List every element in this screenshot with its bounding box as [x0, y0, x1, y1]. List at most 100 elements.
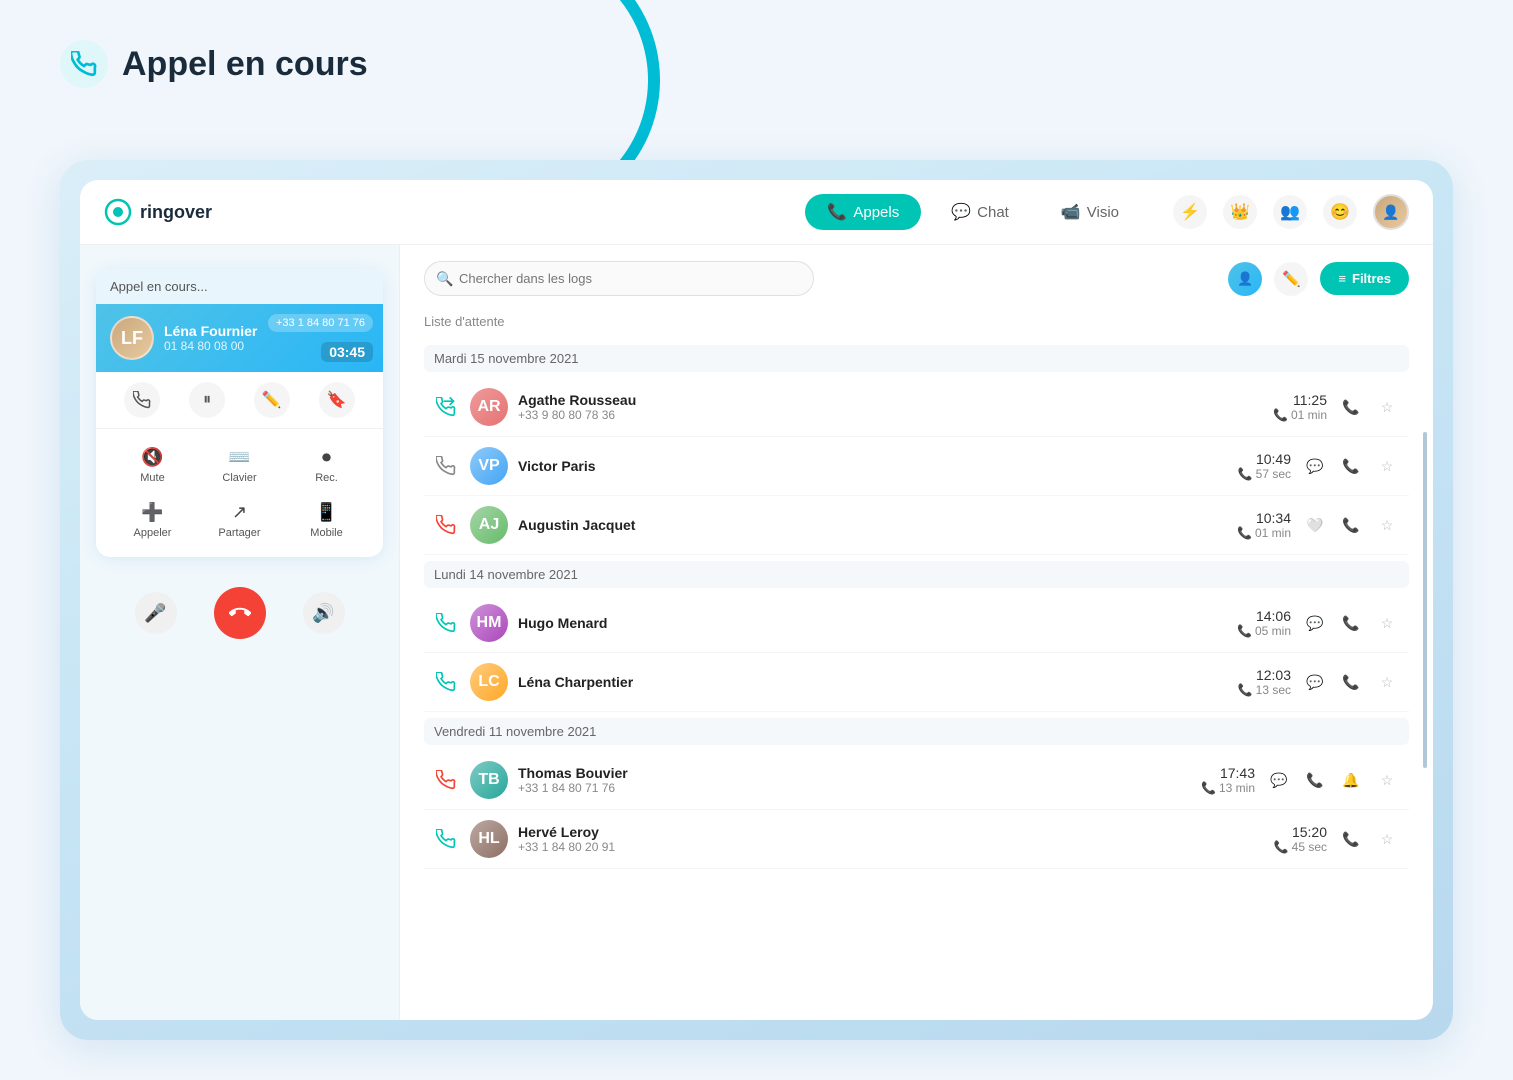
- share-option[interactable]: ↗ Partager: [197, 494, 282, 547]
- heart-action[interactable]: 🤍: [1301, 511, 1329, 539]
- call-time: 10:34: [1211, 510, 1291, 526]
- callback-action[interactable]: 📞: [1337, 668, 1365, 696]
- record-icon: ⏺: [322, 447, 331, 468]
- left-panel: Appel en cours... LF Léna Fournier 01 84…: [80, 245, 400, 1020]
- call-bottom-controls: 🎤 🔊: [96, 573, 383, 653]
- callback-button[interactable]: [124, 382, 160, 418]
- star-action[interactable]: ☆: [1373, 393, 1401, 421]
- call-log-item[interactable]: VP Victor Paris 10:49 📞 57 sec: [424, 437, 1409, 496]
- edit-button[interactable]: ✏️: [254, 382, 290, 418]
- tab-appels[interactable]: 📞 Appels: [805, 194, 921, 230]
- callback-action[interactable]: 📞: [1337, 609, 1365, 637]
- call-time: 10:49: [1211, 451, 1291, 467]
- call-log-item[interactable]: AR Agathe Rousseau +33 9 80 80 78 36 11:…: [424, 378, 1409, 437]
- lightning-button[interactable]: ⚡: [1173, 195, 1207, 229]
- keyboard-icon: ⌨️: [228, 447, 250, 468]
- tab-visio[interactable]: 📹 Visio: [1039, 194, 1141, 230]
- call-type-inbound: [432, 452, 460, 480]
- callback-action[interactable]: 📞: [1337, 393, 1365, 421]
- call-log-item[interactable]: HL Hervé Leroy +33 1 84 80 20 91 15:20 📞…: [424, 810, 1409, 869]
- emoji-button[interactable]: 😊: [1323, 195, 1357, 229]
- tag-button[interactable]: 🔖: [319, 382, 355, 418]
- duration-phone-icon: 📞: [1273, 408, 1288, 422]
- mute-label: Mute: [140, 472, 164, 484]
- callback-action[interactable]: 📞: [1337, 511, 1365, 539]
- contact-name: Victor Paris: [518, 458, 1201, 474]
- duration-phone-icon: 📞: [1237, 526, 1252, 540]
- call-card-user: LF Léna Fournier 01 84 80 08 00 +33 1 84…: [96, 304, 383, 372]
- contact-avatar: HM: [470, 604, 508, 642]
- user-avatar[interactable]: 👤: [1373, 194, 1409, 230]
- share-label: Partager: [218, 527, 260, 539]
- duration-phone-icon: 📞: [1238, 467, 1253, 481]
- star-action[interactable]: ☆: [1373, 452, 1401, 480]
- mobile-option[interactable]: 📱 Mobile: [284, 494, 369, 547]
- call-time-info: 17:43 📞 13 min: [1175, 765, 1255, 795]
- crown-button[interactable]: 👑: [1223, 195, 1257, 229]
- nav-tabs: 📞 Appels 💬 Chat 📹 Visio: [805, 194, 1141, 230]
- call-log-actions: 🤍 📞 ☆: [1301, 511, 1401, 539]
- mute-option[interactable]: 🔇 Mute: [110, 439, 195, 492]
- contact-info: Agathe Rousseau +33 9 80 80 78 36: [518, 392, 1237, 422]
- keyboard-option[interactable]: ⌨️ Clavier: [197, 439, 282, 492]
- sms-action[interactable]: 💬: [1301, 609, 1329, 637]
- call-log-item[interactable]: AJ Augustin Jacquet 10:34 📞 01 min: [424, 496, 1409, 555]
- star-action[interactable]: ☆: [1373, 511, 1401, 539]
- sms-action[interactable]: 💬: [1265, 766, 1293, 794]
- inner-panel: ringover 📞 Appels 💬 Chat 📹 Visio ⚡ 👑: [80, 180, 1433, 1020]
- add-call-option[interactable]: ➕ Appeler: [110, 494, 195, 547]
- callback-action[interactable]: 📞: [1301, 766, 1329, 794]
- call-duration: 📞 45 sec: [1247, 840, 1327, 854]
- callback-action[interactable]: 📞: [1337, 825, 1365, 853]
- filter-avatar[interactable]: 👤: [1228, 262, 1262, 296]
- callback-action[interactable]: 📞: [1337, 452, 1365, 480]
- call-log-item[interactable]: TB Thomas Bouvier +33 1 84 80 71 76 17:4…: [424, 751, 1409, 810]
- page-title: Appel en cours: [122, 45, 368, 84]
- contact-info: Victor Paris: [518, 458, 1201, 474]
- contact-info: Augustin Jacquet: [518, 517, 1201, 533]
- tab-chat[interactable]: 💬 Chat: [929, 194, 1031, 230]
- call-time-info: 12:03 📞 13 sec: [1211, 667, 1291, 697]
- star-action[interactable]: ☆: [1373, 668, 1401, 696]
- visio-tab-icon: 📹: [1061, 202, 1081, 222]
- call-time: 11:25: [1247, 392, 1327, 408]
- mobile-icon: 📱: [315, 502, 337, 523]
- end-call-button[interactable]: [214, 587, 266, 639]
- call-log-item[interactable]: LC Léna Charpentier 12:03 📞 13 sec: [424, 653, 1409, 712]
- add-call-icon: ➕: [141, 502, 163, 523]
- device-frame: ringover 📞 Appels 💬 Chat 📹 Visio ⚡ 👑: [60, 160, 1453, 1040]
- call-type-missed: [432, 511, 460, 539]
- call-type-outbound: [432, 668, 460, 696]
- sms-action[interactable]: 💬: [1301, 452, 1329, 480]
- search-icon: 🔍: [436, 270, 453, 287]
- call-log-list[interactable]: Mardi 15 novembre 2021 AR Agathe Roussea…: [424, 339, 1409, 1004]
- record-label: Rec.: [315, 472, 338, 484]
- call-duration: 📞 05 min: [1211, 624, 1291, 638]
- header-phone-icon: [60, 40, 108, 88]
- bell-action-active[interactable]: 🔔: [1337, 766, 1365, 794]
- sms-action[interactable]: 💬: [1301, 668, 1329, 696]
- end-call-icon: [229, 602, 251, 624]
- pause-button[interactable]: ⏸: [189, 382, 225, 418]
- contact-phone: +33 1 84 80 71 76: [518, 781, 1165, 795]
- date-separator-3: Vendredi 11 novembre 2021: [424, 718, 1409, 745]
- pencil-button[interactable]: ✏️: [1274, 262, 1308, 296]
- star-action[interactable]: ☆: [1373, 609, 1401, 637]
- team-button[interactable]: 👥: [1273, 195, 1307, 229]
- star-action[interactable]: ☆: [1373, 766, 1401, 794]
- filter-button[interactable]: ≡ Filtres: [1320, 262, 1409, 295]
- contact-phone: +33 9 80 80 78 36: [518, 408, 1237, 422]
- mic-mute-button[interactable]: 🎤: [135, 592, 177, 634]
- call-time-info: 14:06 📞 05 min: [1211, 608, 1291, 638]
- search-row: 🔍 👤 ✏️ ≡ Filtres: [424, 261, 1409, 296]
- duration-phone-icon: 📞: [1274, 840, 1289, 854]
- call-time: 12:03: [1211, 667, 1291, 683]
- speaker-button[interactable]: 🔊: [303, 592, 345, 634]
- search-wrapper: 🔍: [424, 261, 814, 296]
- call-card: Appel en cours... LF Léna Fournier 01 84…: [96, 269, 383, 557]
- search-input[interactable]: [424, 261, 814, 296]
- star-action[interactable]: ☆: [1373, 825, 1401, 853]
- record-option[interactable]: ⏺ Rec.: [284, 439, 369, 492]
- call-log-item[interactable]: HM Hugo Menard 14:06 📞 05 min: [424, 594, 1409, 653]
- call-time-info: 15:20 📞 45 sec: [1247, 824, 1327, 854]
